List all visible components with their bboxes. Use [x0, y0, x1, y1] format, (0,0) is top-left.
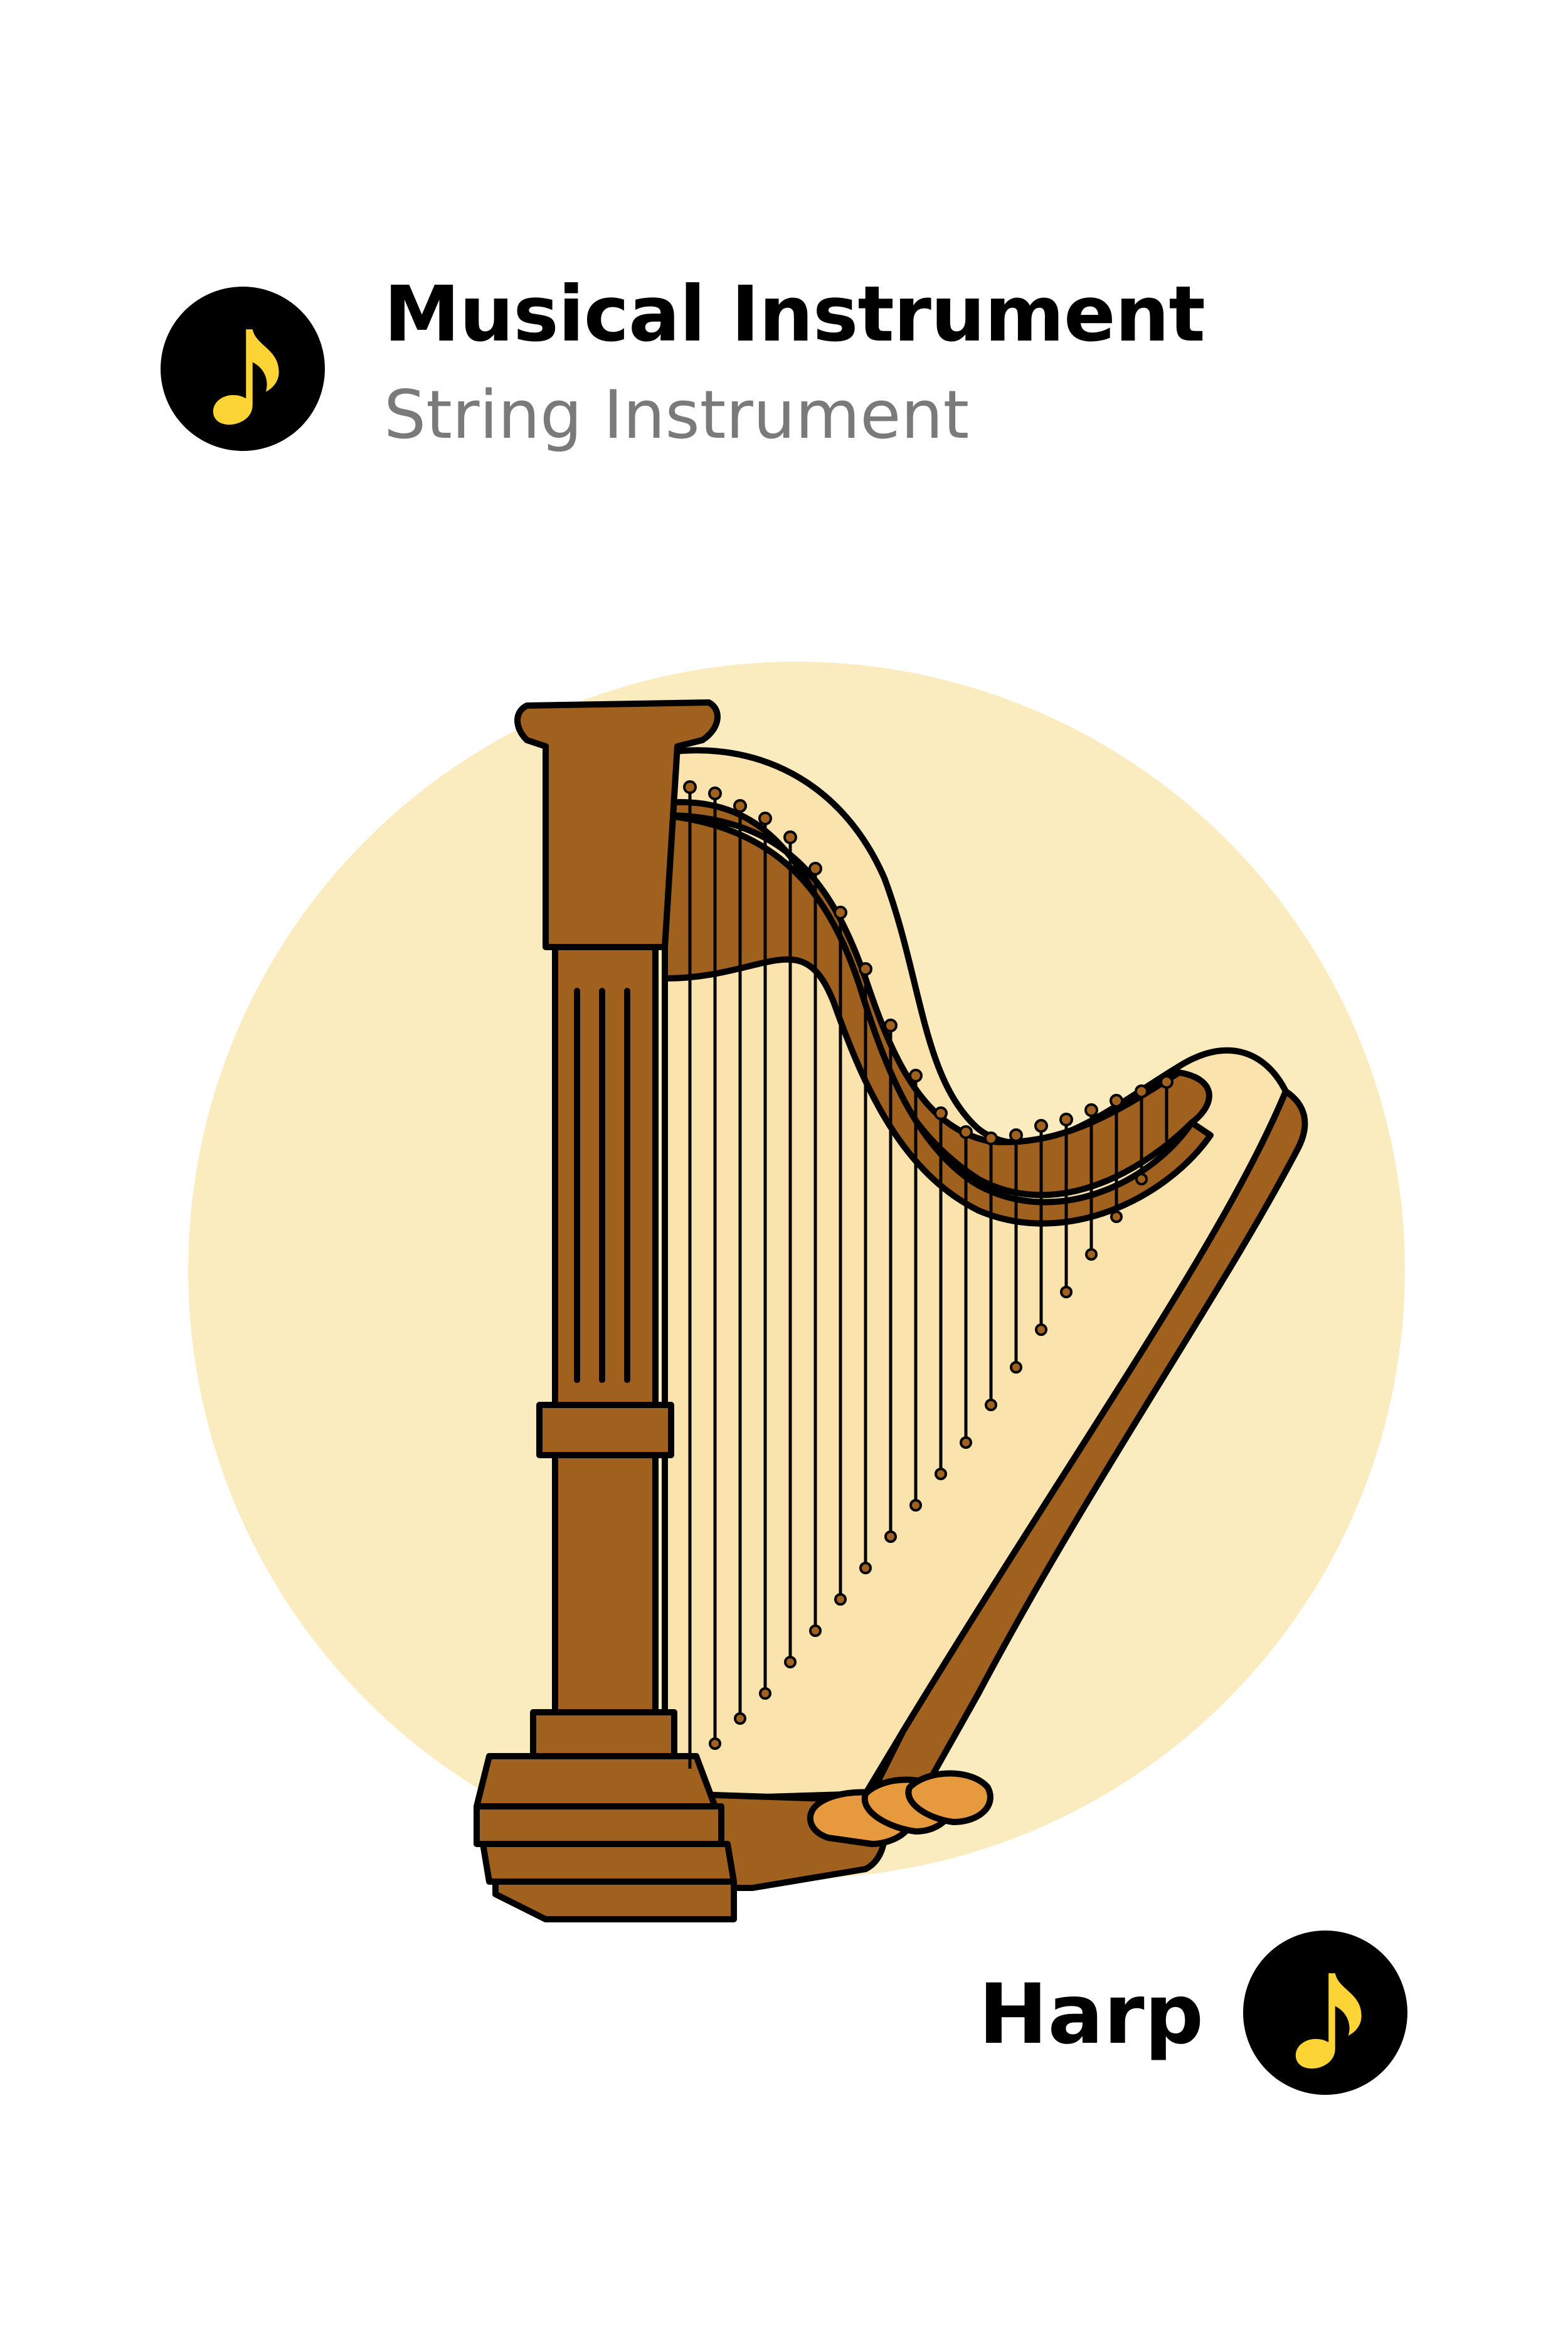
music-note-icon	[161, 287, 325, 451]
music-note-icon	[1243, 1931, 1407, 2095]
harp-pedestal	[474, 1803, 724, 1847]
instrument-name: Harp	[978, 1966, 1204, 2063]
page-title: Musical Instrument	[384, 270, 1205, 359]
page-subtitle: String Instrument	[384, 376, 970, 453]
